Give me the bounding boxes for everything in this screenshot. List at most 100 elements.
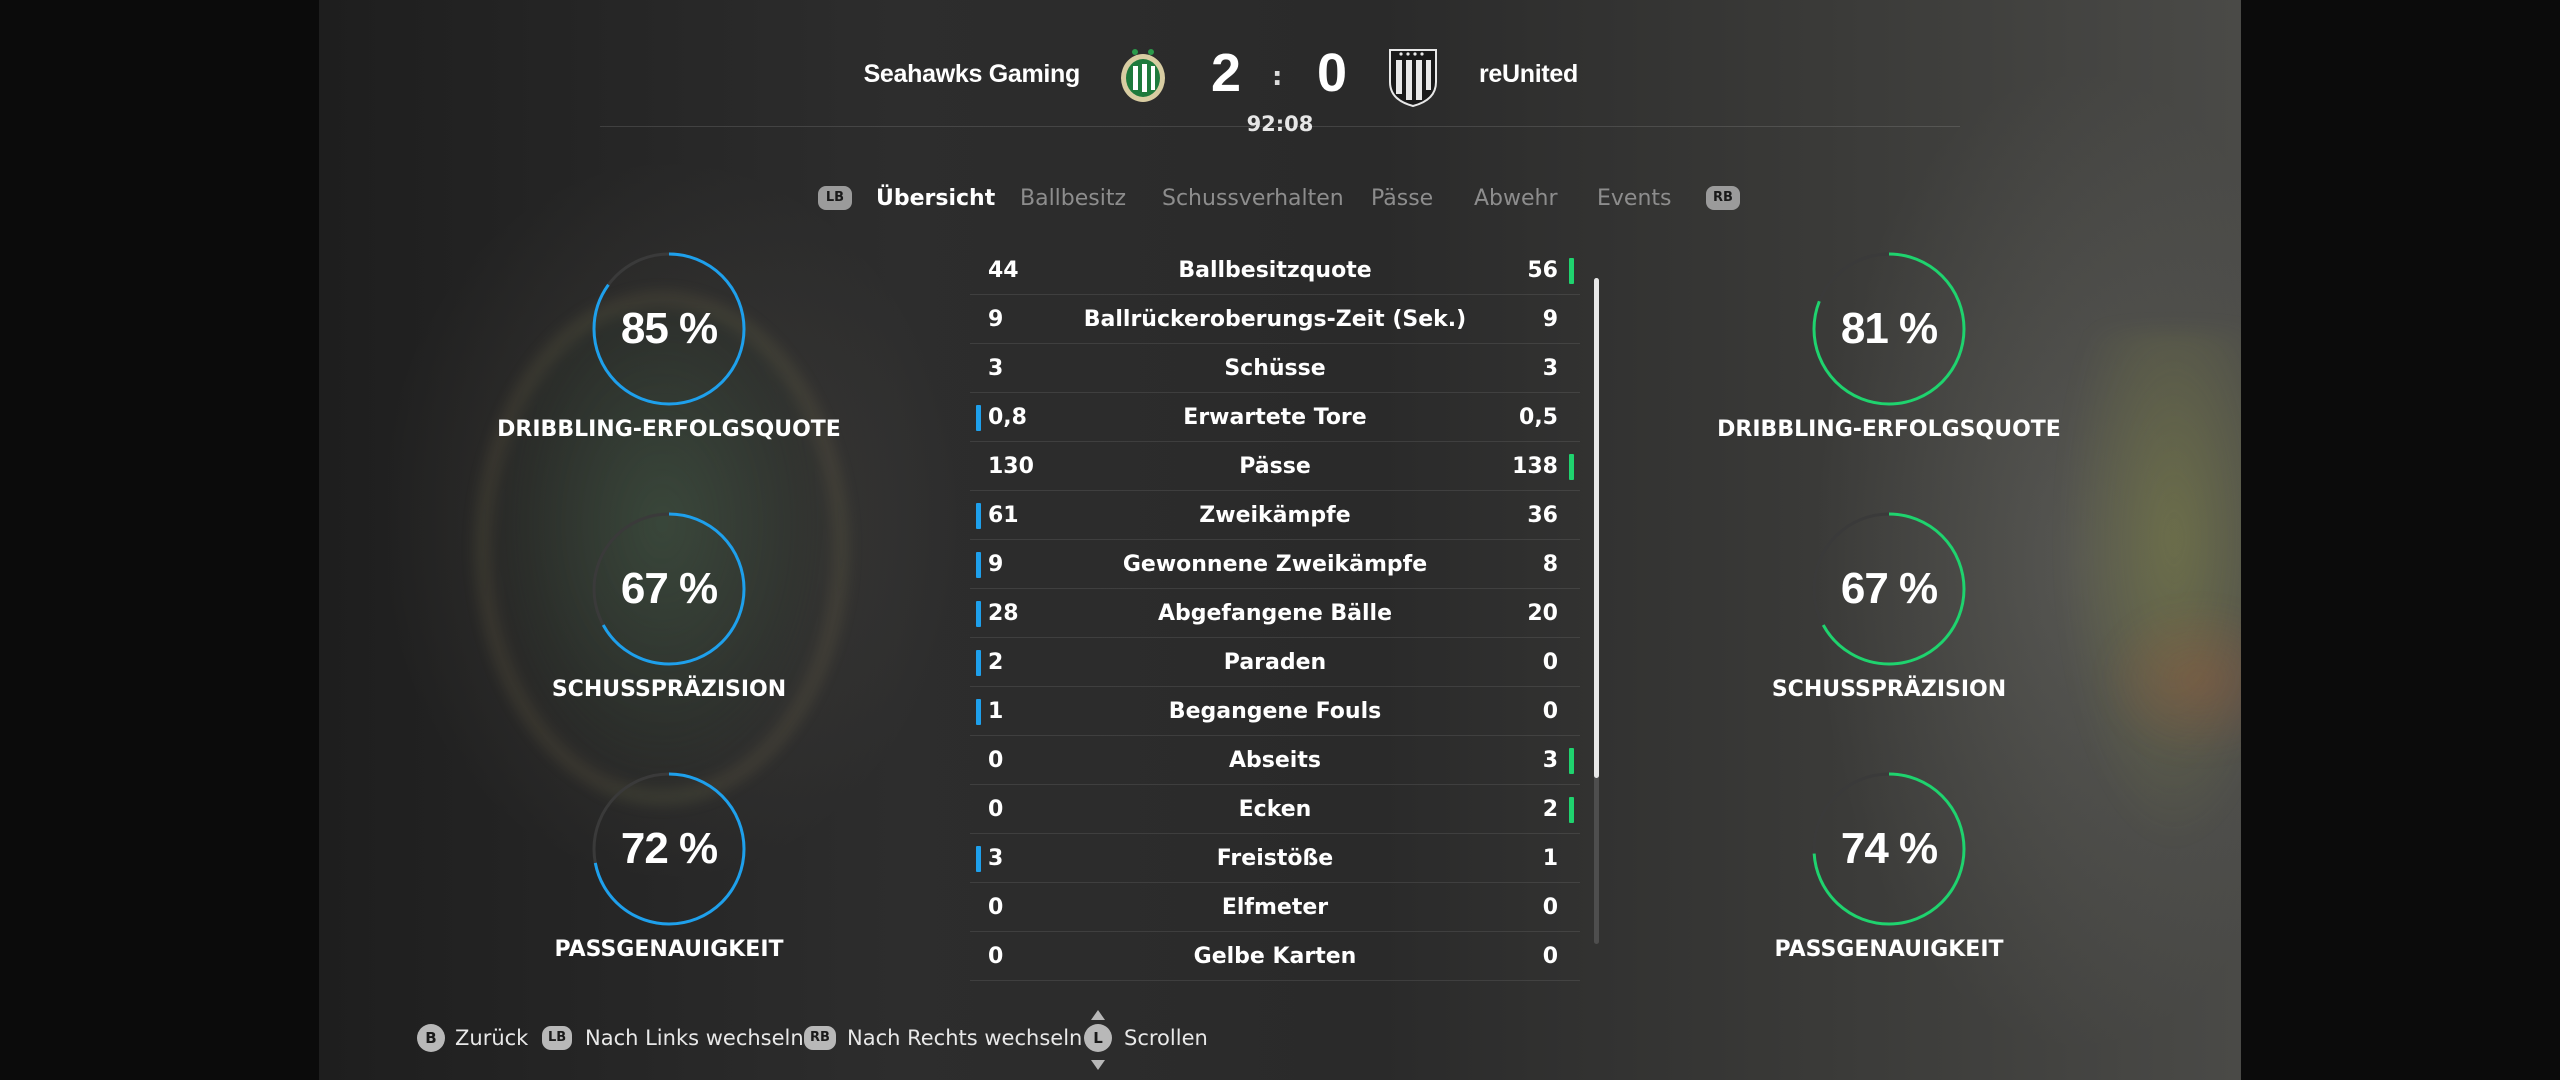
stats-row: 0 Abseits 3 [970, 736, 1580, 785]
scroll-hint[interactable]: Scrollen [1124, 1026, 1208, 1050]
away-stat-value: 36 [1527, 503, 1558, 528]
stat-name: Abgefangene Bälle [1157, 601, 1393, 626]
away-crest-icon [1386, 44, 1440, 112]
left-stick-icon[interactable]: L [1084, 1024, 1112, 1052]
away-stat-value: 56 [1527, 258, 1558, 283]
home-stat-value: 0 [988, 944, 1004, 969]
home-stat-value: 130 [988, 454, 1034, 479]
away-stat-value: 138 [1512, 454, 1558, 479]
home-crest-icon [1118, 44, 1168, 110]
stick-up-arrow-icon [1090, 1006, 1106, 1020]
stat-name: Zweikämpfe [1199, 503, 1351, 528]
home-stat-value: 9 [988, 552, 1004, 577]
stats-table[interactable]: 44 Ballbesitzquote 56 9 Ballrückeroberungs-Z… [970, 246, 1580, 981]
gauge-value: 81 % [1840, 304, 1938, 353]
gauge-label: DRIBBLING-ERFOLGSQUOTE [497, 417, 841, 442]
home-team-name: Seahawks Gaming [863, 60, 1081, 88]
stats-row: 44 Ballbesitzquote 56 [970, 246, 1580, 295]
tab-paesse[interactable]: Pässe [1371, 186, 1433, 211]
home-stat-value: 0,8 [988, 405, 1027, 430]
away-stat-value: 3 [1542, 356, 1558, 381]
away-stat-value: 0,5 [1519, 405, 1558, 430]
stat-name: Erwartete Tore [1183, 405, 1367, 430]
stats-row: 61 Zweikämpfe 36 [970, 491, 1580, 540]
stat-name: Freistöße [1216, 846, 1334, 871]
switch-right-hint[interactable]: Nach Rechts wechseln [847, 1026, 1082, 1050]
home-shot-accuracy-gauge: 67 % [589, 509, 749, 669]
stats-scrollbar[interactable] [1594, 278, 1599, 944]
away-dribbling-gauge: 81 % [1809, 249, 1969, 409]
stat-name: Gewonnene Zweikämpfe [1122, 552, 1428, 577]
stat-name: Abseits [1229, 748, 1321, 773]
stats-row: 130 Pässe 138 [970, 442, 1580, 491]
stats-row: 0,8 Erwartete Tore 0,5 [970, 393, 1580, 442]
away-stat-value: 0 [1542, 650, 1558, 675]
background-figure [2059, 330, 2241, 850]
stat-name: Gelbe Karten [1193, 944, 1357, 969]
score-separator: : [1272, 62, 1283, 92]
home-leader-bar [976, 601, 981, 627]
background-figure-detail [2099, 600, 2241, 760]
back-hint[interactable]: Zurück [455, 1026, 528, 1050]
stat-name: Begangene Fouls [1168, 699, 1382, 724]
stats-row: 0 Gelbe Karten 0 [970, 932, 1580, 981]
home-stat-value: 44 [988, 258, 1019, 283]
away-stat-value: 20 [1527, 601, 1558, 626]
lb-shoulder-button-icon[interactable]: LB [818, 186, 852, 210]
away-stat-value: 2 [1542, 797, 1558, 822]
home-leader-bar [976, 699, 981, 725]
away-team-name: reUnited [1479, 60, 1579, 88]
home-leader-bar [976, 405, 981, 431]
gauge-value: 67 % [620, 564, 718, 613]
home-leader-bar [976, 650, 981, 676]
gauge-label: PASSGENAUIGKEIT [1774, 937, 2004, 962]
stats-row: 3 Freistöße 1 [970, 834, 1580, 883]
stats-row: 0 Ecken 2 [970, 785, 1580, 834]
stats-row: 0 Elfmeter 0 [970, 883, 1580, 932]
stats-row: 9 Ballrückeroberungs-Zeit (Sek.) 9 [970, 295, 1580, 344]
lb-button-icon[interactable]: LB [542, 1026, 573, 1050]
home-score: 2 [1210, 43, 1242, 103]
away-stat-value: 0 [1542, 699, 1558, 724]
scrollbar-thumb[interactable] [1594, 278, 1599, 778]
home-stat-value: 0 [988, 748, 1004, 773]
away-stat-value: 0 [1542, 895, 1558, 920]
stat-name: Paraden [1223, 650, 1327, 675]
rb-button-icon[interactable]: RB [804, 1026, 836, 1050]
gauge-value: 85 % [620, 304, 718, 353]
tab-events[interactable]: Events [1597, 186, 1672, 211]
away-leader-bar [1569, 748, 1574, 774]
home-stat-value: 3 [988, 356, 1004, 381]
away-score: 0 [1316, 43, 1348, 103]
stat-name: Pässe [1239, 454, 1311, 479]
tab-abwehr[interactable]: Abwehr [1474, 186, 1558, 211]
gauge-label: SCHUSSPRÄZISION [1771, 677, 2007, 702]
stat-name: Ballbesitzquote [1178, 258, 1372, 283]
home-leader-bar [976, 552, 981, 578]
gauge-value: 74 % [1840, 824, 1938, 873]
away-leader-bar [1569, 797, 1574, 823]
tab-schussverhalten[interactable]: Schussverhalten [1162, 186, 1344, 211]
b-button-icon[interactable]: B [417, 1024, 445, 1052]
away-stat-value: 3 [1542, 748, 1558, 773]
home-stat-value: 61 [988, 503, 1019, 528]
gauge-label: DRIBBLING-ERFOLGSQUOTE [1717, 417, 2061, 442]
away-leader-bar [1569, 454, 1574, 480]
home-stat-value: 2 [988, 650, 1004, 675]
stats-row: 2 Paraden 0 [970, 638, 1580, 687]
away-stat-value: 9 [1542, 307, 1558, 332]
away-stat-value: 0 [1542, 944, 1558, 969]
gauge-value: 67 % [1840, 564, 1938, 613]
away-pass-accuracy-gauge: 74 % [1809, 769, 1969, 929]
away-shot-accuracy-gauge: 67 % [1809, 509, 1969, 669]
switch-left-hint[interactable]: Nach Links wechseln [585, 1026, 804, 1050]
tab-ballbesitz[interactable]: Ballbesitz [1020, 186, 1126, 211]
tab-uebersicht[interactable]: Übersicht [876, 186, 995, 211]
stats-row: 28 Abgefangene Bälle 20 [970, 589, 1580, 638]
home-stat-value: 28 [988, 601, 1019, 626]
gauge-value: 72 % [620, 824, 718, 873]
home-dribbling-gauge: 85 % [589, 249, 749, 409]
stat-name: Ecken [1238, 797, 1312, 822]
home-stat-value: 0 [988, 895, 1004, 920]
rb-shoulder-button-icon[interactable]: RB [1706, 186, 1740, 210]
